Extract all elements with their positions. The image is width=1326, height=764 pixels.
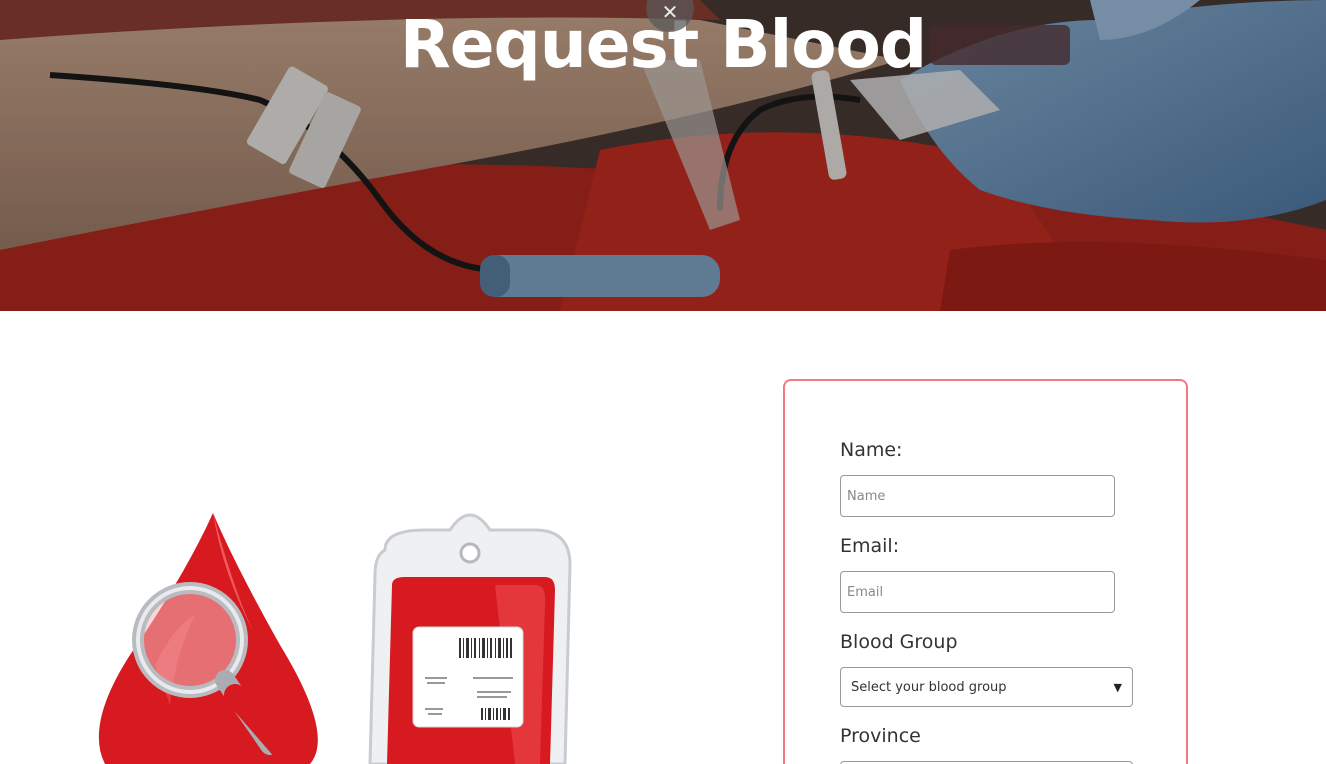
- blood-bag-icon: [368, 513, 572, 764]
- blood-group-select[interactable]: Select your blood group ▼: [840, 667, 1133, 707]
- blood-group-label: Blood Group: [840, 631, 958, 653]
- blood-illustration: [95, 505, 585, 764]
- chevron-down-icon: ▼: [1113, 680, 1122, 694]
- blood-drop-magnifier-icon: [98, 513, 318, 764]
- request-form: Name: Email: Blood Group Select your blo…: [783, 379, 1188, 764]
- name-label: Name:: [840, 439, 903, 461]
- province-label: Province: [840, 725, 921, 747]
- email-input[interactable]: [840, 571, 1115, 613]
- hero-banner: ✕ Request Blood: [0, 0, 1326, 311]
- email-label: Email:: [840, 535, 900, 557]
- blood-group-selected-value: Select your blood group: [851, 679, 1007, 695]
- name-input[interactable]: [840, 475, 1115, 517]
- close-icon: ✕: [661, 0, 679, 24]
